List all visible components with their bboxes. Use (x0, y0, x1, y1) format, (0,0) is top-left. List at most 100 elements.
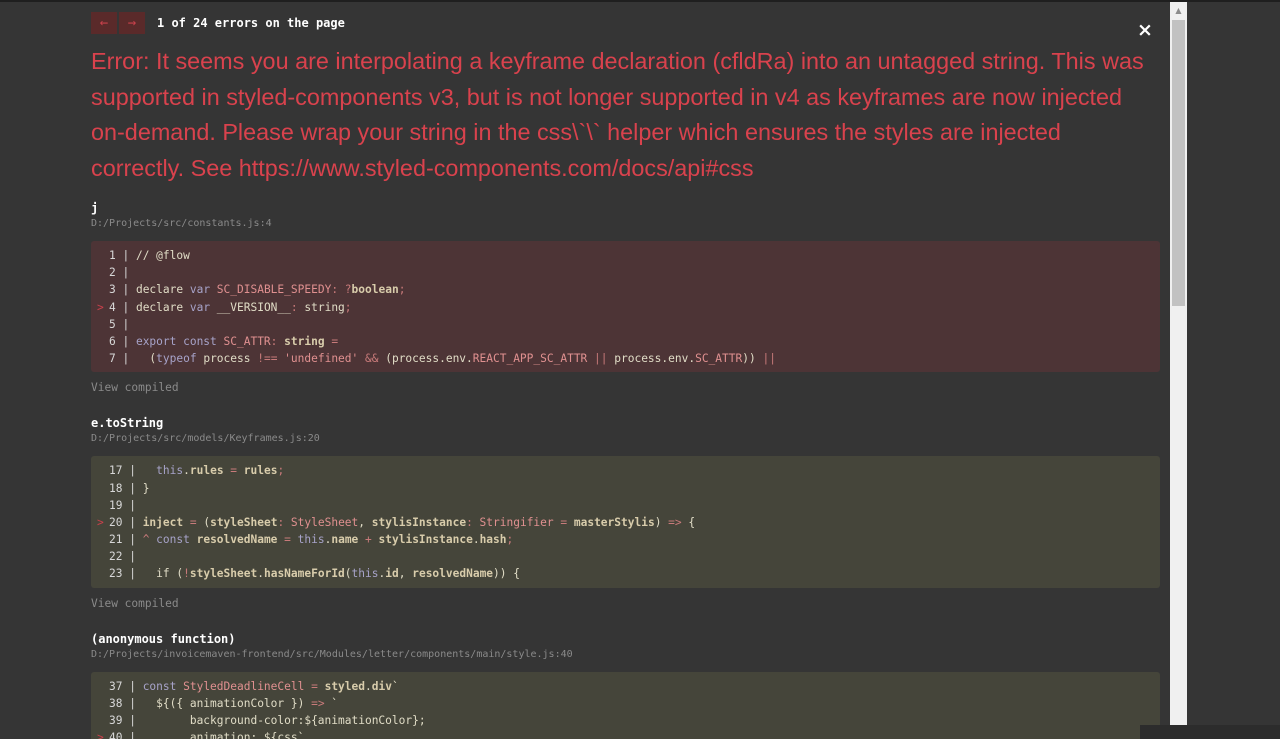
line-number: 18 | (109, 481, 143, 495)
code-token: animation: ${css` (142, 731, 305, 739)
code-token: , (398, 567, 413, 581)
arrow-left-icon: ← (99, 15, 109, 31)
code-snippet: 37 | const StyledDeadlineCell = styled.d… (91, 671, 1160, 739)
code-token: = (183, 515, 204, 529)
line-number: 37 | (109, 679, 143, 693)
code-token: : (270, 334, 285, 348)
code-token: !== (257, 352, 285, 366)
code-token: string (304, 300, 345, 314)
line-number: 23 | (109, 567, 143, 581)
code-line: 2 | (91, 264, 1160, 281)
code-token: if ( (142, 567, 184, 581)
line-number: 19 | (109, 498, 143, 512)
code-token: styleSheet (189, 567, 258, 581)
code-token: background-color:${animationColor}; (142, 714, 426, 727)
line-number: 17 | (109, 464, 143, 478)
code-snippet: 1 | // @flow 2 | 3 | declare var SC_DISAB… (91, 241, 1160, 373)
code-token: => (311, 696, 332, 710)
code-token: . (365, 679, 372, 693)
code-token: StyledDeadlineCell (183, 679, 305, 693)
code-token: ^ (142, 533, 157, 547)
error-line-marker-icon: > (97, 731, 104, 739)
code-token: ( (135, 352, 157, 366)
arrow-right-icon: → (127, 15, 137, 31)
page-background (1187, 2, 1280, 739)
scrollbar-thumb[interactable] (1172, 20, 1185, 306)
scroll-up-arrow-icon[interactable]: ▲ (1170, 2, 1187, 19)
line-number: 21 | (109, 533, 143, 547)
error-overlay: ← → 1 of 24 errors on the page Error: It… (0, 0, 1170, 739)
code-token: export const (135, 334, 224, 348)
code-token: string (284, 334, 325, 348)
code-token: : (290, 300, 305, 314)
previous-error-button[interactable]: ← (91, 12, 117, 34)
code-token: resolvedName (412, 567, 494, 581)
line-number: 1 | (109, 249, 136, 262)
code-token: stylisInstance (378, 533, 473, 547)
frame-file-path[interactable]: D:/Projects/src/models/Keyframes.js:20 (91, 432, 1160, 446)
code-token: id (385, 567, 399, 581)
line-number: 5 | (109, 317, 136, 331)
code-token: ; (398, 283, 406, 297)
error-line-marker-icon: > (97, 300, 104, 314)
frame-file-path[interactable]: D:/Projects/src/constants.js:4 (91, 217, 1160, 231)
line-number: 7 | (109, 352, 136, 366)
code-token: var (189, 283, 217, 297)
code-token: ` (391, 679, 399, 693)
code-token: ? (344, 283, 352, 297)
code-token: || (762, 352, 776, 366)
code-line: 5 | (91, 316, 1160, 333)
frame-file-path[interactable]: D:/Projects/invoicemaven-frontend/src/Mo… (91, 648, 1160, 662)
code-token: boolean (351, 283, 399, 297)
code-token: && (358, 352, 386, 366)
code-token: typeof (156, 352, 204, 366)
code-token: || (587, 352, 615, 366)
code-token: = (304, 679, 325, 693)
code-line: 7 | (typeof process !== 'undefined' && (… (91, 350, 1160, 367)
code-line: >20 | inject = (styleSheet: StyleSheet, … (91, 514, 1160, 531)
code-token: : (466, 515, 480, 529)
code-token: ; (506, 533, 514, 547)
code-token: . (183, 464, 190, 478)
code-token: StyleSheet (290, 515, 359, 529)
code-token: = (553, 515, 574, 529)
code-token: process (203, 352, 258, 366)
stack-frame: e.toString D:/Projects/src/models/Keyfram… (91, 415, 1160, 610)
code-token: Stringifier (479, 515, 554, 529)
code-token: ; (277, 464, 285, 478)
next-error-button[interactable]: → (119, 12, 145, 34)
frame-function-name: (anonymous function) (91, 631, 236, 646)
scrollbar[interactable]: ▲ (1170, 2, 1187, 739)
code-token: } (142, 481, 150, 495)
code-token: var (189, 300, 217, 314)
code-token: : (277, 515, 291, 529)
code-token: __VERSION__ (216, 300, 291, 314)
code-token: ) (654, 515, 669, 529)
code-line: 23 | if (!styleSheet.hasNameForId(this.i… (91, 565, 1160, 582)
code-token: = (277, 533, 298, 547)
close-button[interactable]: × (1137, 20, 1153, 40)
frame-function-name: j (91, 201, 99, 215)
code-token: ${({ animationColor }) (142, 696, 312, 710)
bottom-corner-shadow (1140, 725, 1280, 739)
code-token: stylisInstance (371, 515, 467, 529)
view-compiled-link[interactable]: View compiled (91, 596, 1160, 611)
code-line: 18 | } (91, 480, 1160, 497)
code-token: )) { (493, 567, 520, 581)
code-token: REACT_APP_SC_ATTR (472, 352, 588, 366)
view-compiled-link[interactable]: View compiled (91, 380, 1160, 395)
error-overlay-content: ← → 1 of 24 errors on the page Error: It… (91, 12, 1160, 739)
code-token: SC_ATTR (223, 334, 271, 348)
code-token: SC_ATTR (695, 352, 743, 366)
code-token: (process.env. (385, 352, 473, 366)
error-message: Error: It seems you are interpolating a … (91, 48, 1151, 181)
code-token: declare (135, 283, 190, 297)
code-token: const (156, 533, 197, 547)
code-line: >4 | declare var __VERSION__: string; (91, 299, 1160, 316)
code-token: masterStylis (573, 515, 655, 529)
error-line-marker-icon: > (97, 515, 104, 529)
code-token: ` (331, 696, 339, 710)
code-token: ( (344, 567, 352, 581)
code-token: { (688, 515, 696, 529)
code-token: styleSheet (210, 515, 278, 529)
